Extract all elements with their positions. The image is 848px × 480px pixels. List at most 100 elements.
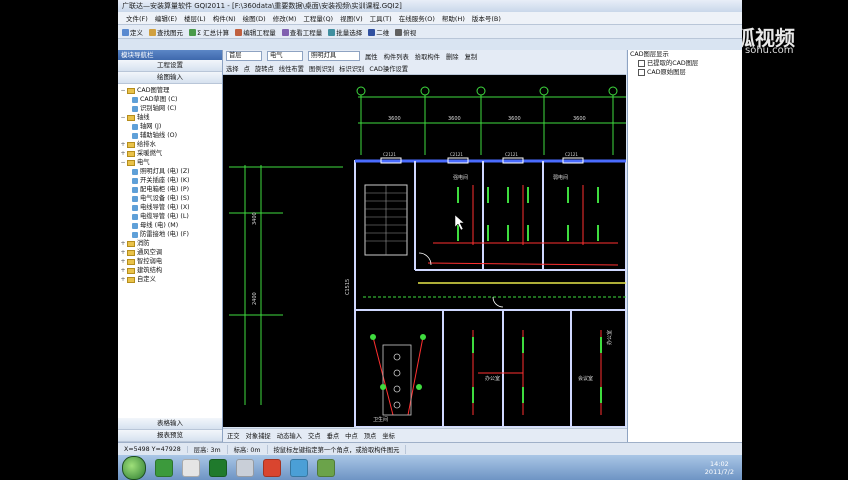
toolbar-button[interactable]: 定义 [122,27,143,37]
main-toolbar: 定义 查找图元 Σ 汇总计算 编辑工程量 查看工程量 批量选择 二维 俯视 [118,25,742,39]
tree-item[interactable]: 轴网 (J) [118,122,222,131]
menu-item[interactable]: 在线服务(O) [399,13,435,23]
menu-item[interactable]: 工具(T) [370,13,392,23]
layer-item[interactable]: CAD图层显示 [628,50,742,59]
menu-item[interactable]: 楼层(L) [184,13,206,23]
tree-item[interactable]: + 智控弱电 [118,257,222,266]
document-icon[interactable] [236,458,254,477]
tree-expander-icon[interactable]: + [120,248,126,257]
menu-item[interactable]: 文件(F) [126,13,148,23]
tree-item[interactable]: − 轴线 [118,113,222,122]
tree-expander-icon[interactable]: + [120,275,126,284]
snap-toggle[interactable]: 对象捕捉 [246,431,271,440]
tree-item[interactable]: + 通风空调 [118,248,222,257]
draw-mode-button[interactable]: 线性布置 [279,64,304,73]
tree-item[interactable]: 开关插座 (电) (K) [118,176,222,185]
layer-checkbox[interactable] [638,59,645,67]
tree-item[interactable]: + 消防 [118,239,222,248]
folder-icon[interactable] [182,458,200,477]
presentation-icon[interactable] [263,458,281,477]
draw-mode-button[interactable]: CAD操作设置 [369,64,408,73]
tree-item[interactable]: 识别轴网 (C) [118,104,222,113]
menu-item[interactable]: 编辑(E) [155,13,177,23]
menu-item[interactable]: 构件(N) [213,13,236,23]
toolbar-button[interactable]: 编辑工程量 [235,27,276,37]
floor-select[interactable]: 首层 [226,51,262,61]
drawing-tool-button[interactable]: 属性 [365,52,378,61]
app-icon[interactable] [155,458,173,477]
drawing-tool-button[interactable]: 删除 [446,52,459,61]
tree-expander-icon[interactable]: + [120,239,126,248]
snap-toggle[interactable]: 垂点 [327,431,340,440]
tree-item[interactable]: 照明灯具 (电) (Z) [118,167,222,176]
discipline-select[interactable]: 电气 [267,51,303,61]
menu-item[interactable]: 帮助(H) [442,13,465,23]
start-button[interactable] [122,455,146,480]
tree-item[interactable]: 电气设备 (电) (S) [118,194,222,203]
menu-item[interactable]: 绘图(D) [243,13,266,23]
tree-item[interactable]: 防雷接地 (电) (F) [118,230,222,239]
gqi-app-icon[interactable] [317,458,335,477]
table-input-button[interactable]: 表格输入 [118,418,222,430]
drawing-input-button[interactable]: 绘图输入 [118,72,222,84]
snap-toggle[interactable]: 中点 [345,431,358,440]
tree-item[interactable]: + 采暖燃气 [118,149,222,158]
toolbar-button[interactable]: 俯视 [395,27,416,37]
report-preview-button[interactable]: 报表预览 [118,430,222,442]
drawing-tool-button[interactable]: 构件列表 [384,52,409,61]
layer-item[interactable]: CAD原始图层 [628,68,742,77]
tree-item[interactable]: − 电气 [118,158,222,167]
tree-item[interactable]: 配电箱柜 (电) (P) [118,185,222,194]
tree-item[interactable]: 母线 (电) (M) [118,221,222,230]
snap-toggle[interactable]: 顶点 [364,431,377,440]
browser-icon[interactable] [290,458,308,477]
toolbar-button[interactable]: 查看工程量 [281,27,322,37]
tree-expander-icon[interactable]: + [120,140,126,149]
snap-toggle[interactable]: 交点 [308,431,321,440]
menu-item[interactable]: 工程量(Q) [303,13,333,23]
project-settings-button[interactable]: 工程设置 [118,60,222,72]
toolbar-button[interactable]: Σ 汇总计算 [189,27,229,37]
tree-item[interactable]: + 建筑结构 [118,266,222,275]
draw-mode-button[interactable]: 标识识别 [339,64,364,73]
tree-item[interactable]: + 自定义 [118,275,222,284]
tree-expander-icon[interactable]: − [120,86,126,95]
draw-mode-button[interactable]: 点 [244,64,250,73]
clock-date: 2011/7/2 [704,467,734,476]
menu-item[interactable]: 版本号(B) [472,13,501,23]
component-icon [132,222,138,229]
tree-expander-icon[interactable]: + [120,266,126,275]
tree-item[interactable]: − CAD图管理 [118,86,222,95]
toolbar-button[interactable]: 批量选择 [328,27,362,37]
draw-mode-button[interactable]: 旋转点 [255,64,274,73]
menu-item[interactable]: 修改(M) [273,13,297,23]
toolbar-button[interactable]: 查找图元 [149,27,183,37]
component-type-select[interactable]: 照明灯具 [308,51,360,61]
tree-item[interactable]: 电缆导管 (电) (L) [118,212,222,221]
draw-mode-button[interactable]: 选择 [226,64,239,73]
layer-item[interactable]: 已提取的CAD图层 [628,59,742,68]
tree-item-label: 电气设备 (电) (S) [140,195,190,202]
cad-drawing-canvas[interactable]: 3600 3600 3600 3600 C2121 C2121 C2121 C2… [223,75,626,427]
snap-toggle[interactable]: 坐标 [382,431,395,440]
menu-item[interactable]: 视图(V) [340,13,363,23]
clock[interactable]: 14:02 2011/7/2 [705,460,734,476]
tree-item[interactable]: + 给排水 [118,140,222,149]
tree-item[interactable]: 电线导管 (电) (X) [118,203,222,212]
snap-toggle[interactable]: 动态输入 [277,431,302,440]
excel-icon[interactable] [209,458,227,477]
svg-text:卫生间: 卫生间 [373,416,388,423]
tree-expander-icon[interactable]: + [120,257,126,266]
drawing-tool-button[interactable]: 拾取构件 [415,52,440,61]
tree-item[interactable]: CAD草图 (C) [118,95,222,104]
draw-mode-button[interactable]: 图例识别 [309,64,334,73]
drawing-tool-button[interactable]: 复制 [465,52,478,61]
toolbar-button[interactable]: 二维 [368,27,389,37]
clock-time: 14:02 [710,459,729,468]
tree-expander-icon[interactable]: + [120,149,126,158]
tree-expander-icon[interactable]: − [120,113,126,122]
layer-checkbox[interactable] [638,68,645,76]
tree-item[interactable]: 辅助轴线 (O) [118,131,222,140]
tree-expander-icon[interactable]: − [120,158,126,167]
snap-toggle[interactable]: 正交 [227,431,240,440]
